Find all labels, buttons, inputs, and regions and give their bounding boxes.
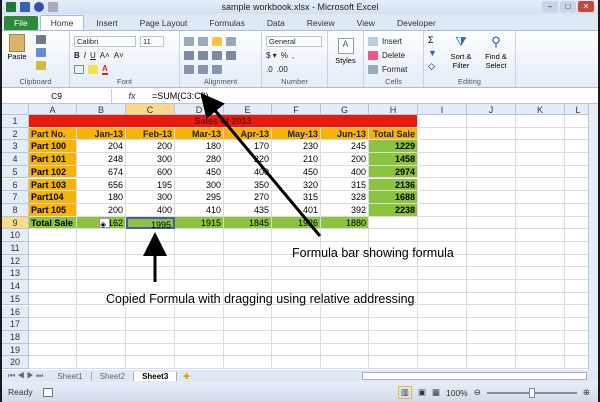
annotation-copied-formula: Copied Formula with dragging using relat… — [106, 292, 415, 306]
annotation-formula-bar: Formula bar showing formula — [292, 246, 454, 260]
excel-window: sample workbook.xlsx - Microsoft Excel –… — [2, 0, 598, 402]
formula-bar-arrow — [200, 92, 322, 237]
annotation-arrows — [143, 92, 322, 282]
